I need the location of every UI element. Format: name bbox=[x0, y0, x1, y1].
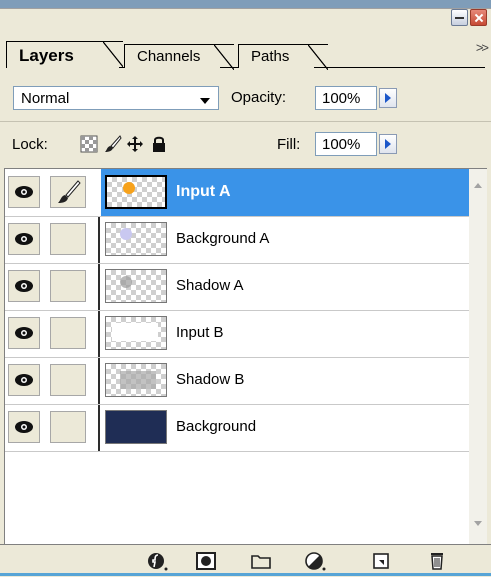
layer-thumbnail[interactable] bbox=[105, 410, 167, 444]
visibility-toggle[interactable] bbox=[8, 176, 40, 208]
link-toggle[interactable] bbox=[50, 364, 86, 396]
link-toggle[interactable] bbox=[50, 317, 86, 349]
layer-row-shadow-a[interactable]: Shadow A bbox=[5, 263, 470, 311]
blend-mode-value: Normal bbox=[21, 90, 70, 107]
eye-icon bbox=[15, 186, 33, 198]
lock-paint-icon[interactable] bbox=[104, 135, 122, 153]
scroll-down-icon[interactable] bbox=[474, 521, 482, 526]
close-icon[interactable] bbox=[470, 9, 487, 26]
white-box-icon bbox=[112, 323, 158, 341]
shadow-dot-icon bbox=[120, 276, 132, 288]
layer-thumbnail[interactable] bbox=[105, 363, 167, 397]
link-toggle[interactable] bbox=[50, 411, 86, 443]
window-buttons bbox=[451, 9, 487, 26]
layer-name: Shadow B bbox=[176, 371, 245, 388]
tab-paths-label: Paths bbox=[251, 48, 290, 65]
lock-label: Lock: bbox=[12, 136, 48, 153]
layer-thumbnail[interactable] bbox=[105, 316, 167, 350]
layer-name: Input B bbox=[176, 324, 224, 341]
adjustment-layer-icon[interactable] bbox=[304, 550, 326, 572]
opacity-slider-arrow-icon[interactable] bbox=[379, 88, 397, 108]
eye-icon bbox=[15, 327, 33, 339]
layer-name: Background bbox=[176, 418, 257, 435]
layer-name: Background A bbox=[176, 230, 270, 247]
orange-dot-icon bbox=[123, 182, 135, 194]
layer-mask-icon[interactable] bbox=[195, 550, 217, 572]
eye-icon bbox=[15, 374, 33, 386]
lock-row: Lock: Fill: 100% bbox=[0, 124, 491, 164]
new-layer-icon[interactable] bbox=[370, 550, 392, 572]
layer-row-background[interactable]: Background bbox=[5, 404, 470, 452]
opacity-label: Opacity: bbox=[231, 89, 287, 106]
panel-title-strip[interactable] bbox=[0, 0, 491, 9]
faint-dot-icon bbox=[120, 228, 132, 240]
eye-icon bbox=[15, 421, 33, 433]
visibility-toggle[interactable] bbox=[8, 270, 40, 302]
shadow-box-icon bbox=[120, 371, 156, 389]
visibility-toggle[interactable] bbox=[8, 364, 40, 396]
eye-icon bbox=[15, 233, 33, 245]
tab-layers-label: Layers bbox=[19, 46, 74, 65]
layer-row-input-a[interactable]: Input A bbox=[5, 169, 470, 217]
layer-name: Shadow A bbox=[176, 277, 244, 294]
lock-all-icon[interactable] bbox=[150, 135, 168, 153]
link-toggle[interactable] bbox=[50, 176, 86, 208]
layer-row-input-b[interactable]: Input B bbox=[5, 310, 470, 358]
layer-row-shadow-b[interactable]: Shadow B bbox=[5, 357, 470, 405]
opacity-input[interactable]: 100% bbox=[315, 86, 377, 110]
tab-channels-label: Channels bbox=[137, 48, 201, 65]
visibility-toggle[interactable] bbox=[8, 411, 40, 443]
fill-input[interactable]: 100% bbox=[315, 132, 377, 156]
panel-menu-arrows-icon[interactable]: >> bbox=[476, 40, 489, 55]
blend-mode-select[interactable]: Normal bbox=[13, 86, 219, 110]
tab-layers[interactable]: Layers bbox=[6, 41, 123, 69]
layer-name: Input A bbox=[176, 183, 231, 200]
minimize-icon[interactable] bbox=[451, 9, 468, 26]
layer-list: Input A Background A Shadow A Input B Sh… bbox=[4, 168, 470, 545]
layer-style-icon[interactable] bbox=[146, 550, 168, 572]
lock-move-icon[interactable] bbox=[126, 135, 144, 153]
layer-row-background-a[interactable]: Background A bbox=[5, 216, 470, 264]
delete-layer-icon[interactable] bbox=[426, 550, 448, 572]
fill-label: Fill: bbox=[277, 136, 301, 153]
brush-icon bbox=[58, 180, 81, 203]
lock-transparent-icon[interactable] bbox=[80, 135, 98, 153]
link-toggle[interactable] bbox=[50, 270, 86, 302]
new-group-icon[interactable] bbox=[250, 550, 272, 572]
divider bbox=[0, 121, 491, 122]
tab-channels[interactable]: Channels bbox=[124, 44, 234, 70]
tab-paths[interactable]: Paths bbox=[238, 44, 328, 70]
layer-list-scrollbar[interactable] bbox=[469, 168, 487, 545]
link-toggle[interactable] bbox=[50, 223, 86, 255]
visibility-toggle[interactable] bbox=[8, 317, 40, 349]
eye-icon bbox=[15, 280, 33, 292]
fill-slider-arrow-icon[interactable] bbox=[379, 134, 397, 154]
layer-thumbnail[interactable] bbox=[105, 222, 167, 256]
panel-tabs: Layers Channels Paths bbox=[6, 36, 485, 70]
chevron-down-icon bbox=[200, 98, 210, 104]
layer-thumbnail[interactable] bbox=[105, 175, 167, 209]
blend-row: Normal Opacity: 100% bbox=[0, 80, 491, 116]
layer-thumbnail[interactable] bbox=[105, 269, 167, 303]
scroll-up-icon[interactable] bbox=[474, 183, 482, 188]
visibility-toggle[interactable] bbox=[8, 223, 40, 255]
